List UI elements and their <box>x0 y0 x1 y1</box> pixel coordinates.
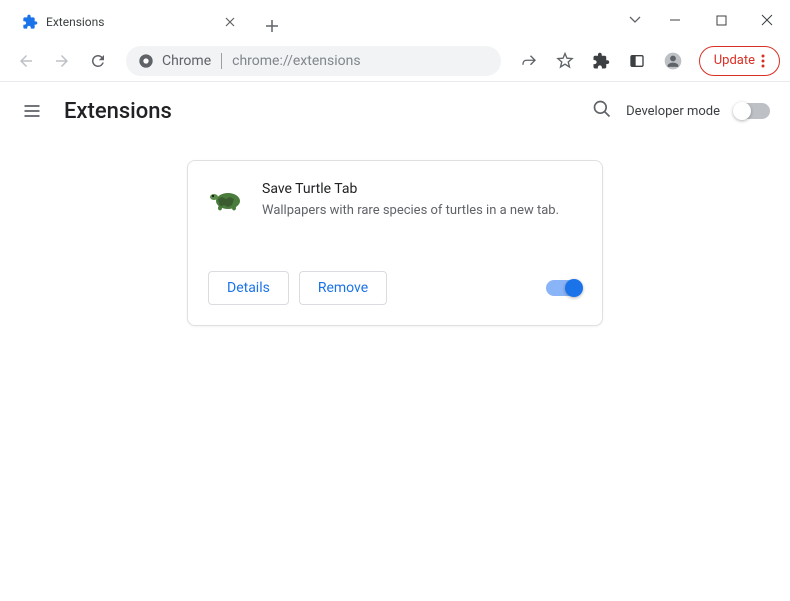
remove-button[interactable]: Remove <box>299 271 387 305</box>
share-icon[interactable] <box>513 45 545 77</box>
kebab-menu-icon <box>761 54 765 68</box>
extension-description: Wallpapers with rare species of turtles … <box>262 201 582 221</box>
update-button[interactable]: Update <box>699 46 780 76</box>
sidepanel-icon[interactable] <box>621 45 653 77</box>
extension-footer: Details Remove <box>208 271 582 305</box>
window-controls <box>618 0 790 40</box>
details-button[interactable]: Details <box>208 271 289 305</box>
new-tab-button[interactable] <box>258 12 286 40</box>
page-content: Save Turtle Tab Wallpapers with rare spe… <box>0 140 790 346</box>
address-path: chrome://extensions <box>232 53 360 69</box>
extension-info: Save Turtle Tab Wallpapers with rare spe… <box>262 181 582 221</box>
profile-avatar-icon[interactable] <box>657 45 689 77</box>
address-prefix: Chrome <box>162 53 211 69</box>
address-divider <box>221 53 222 69</box>
forward-button[interactable] <box>46 45 78 77</box>
bookmark-star-icon[interactable] <box>549 45 581 77</box>
maximize-button[interactable] <box>698 4 744 36</box>
browser-toolbar: Chrome chrome://extensions Update <box>0 40 790 82</box>
reload-button[interactable] <box>82 45 114 77</box>
extension-enable-toggle[interactable] <box>546 280 582 296</box>
turtle-icon <box>208 181 244 217</box>
window-dropdown-icon[interactable] <box>618 4 652 36</box>
address-text: Chrome chrome://extensions <box>162 53 361 69</box>
update-label: Update <box>714 53 755 68</box>
extensions-puzzle-icon <box>22 14 38 30</box>
page-title: Extensions <box>64 99 172 124</box>
tab-close-icon[interactable] <box>222 14 238 30</box>
hamburger-menu-icon[interactable] <box>20 99 44 123</box>
header-right: Developer mode <box>592 99 770 123</box>
window-titlebar: Extensions <box>0 0 790 40</box>
tab-title: Extensions <box>46 15 222 29</box>
page-header: Extensions Developer mode <box>0 82 790 140</box>
extension-name: Save Turtle Tab <box>262 181 582 197</box>
browser-tab[interactable]: Extensions <box>10 4 250 40</box>
back-button[interactable] <box>10 45 42 77</box>
developer-mode-toggle[interactable] <box>734 103 770 119</box>
extensions-toolbar-icon[interactable] <box>585 45 617 77</box>
search-icon[interactable] <box>592 99 612 123</box>
extension-header: Save Turtle Tab Wallpapers with rare spe… <box>208 181 582 221</box>
address-bar[interactable]: Chrome chrome://extensions <box>126 46 501 76</box>
minimize-button[interactable] <box>652 4 698 36</box>
chrome-logo-icon <box>138 53 154 69</box>
developer-mode-label: Developer mode <box>626 104 720 119</box>
close-window-button[interactable] <box>744 4 790 36</box>
extension-card: Save Turtle Tab Wallpapers with rare spe… <box>187 160 603 326</box>
